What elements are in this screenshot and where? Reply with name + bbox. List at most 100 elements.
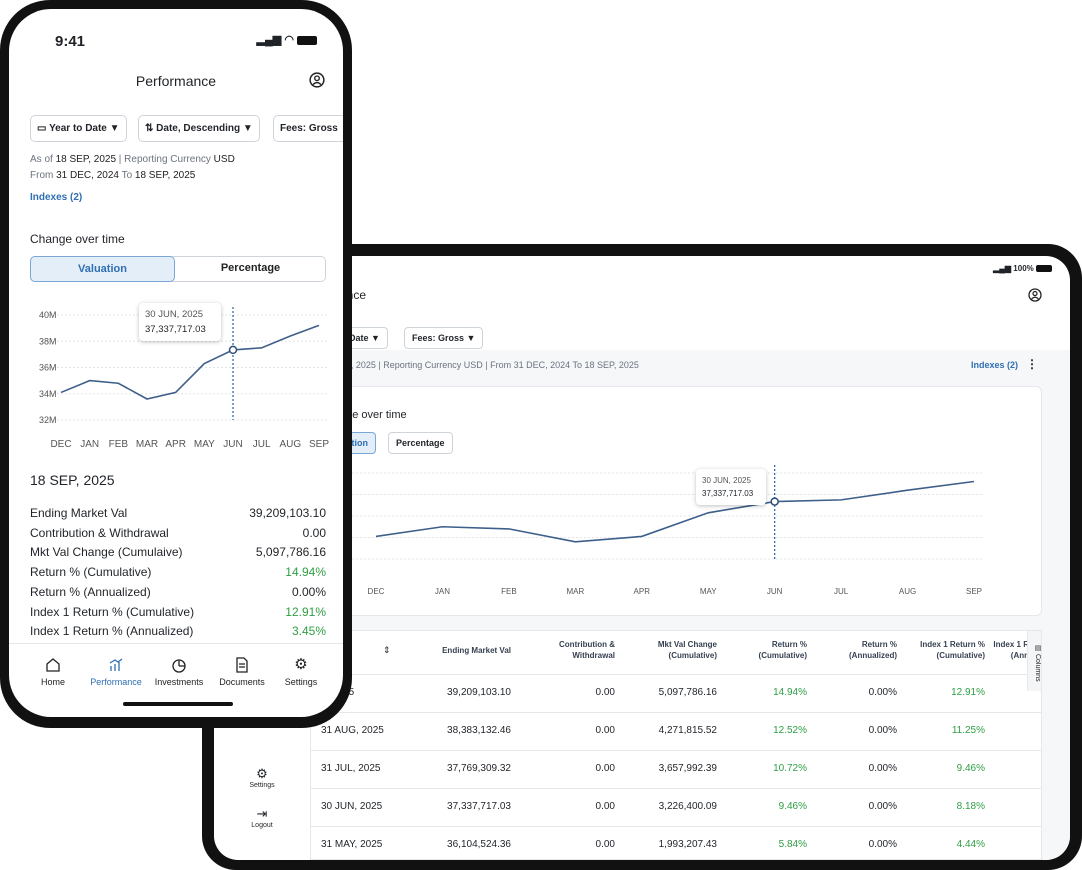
table-cell: 5,097,786.16 [658,687,717,698]
column-header-return-annualized[interactable]: Return % (Annualized) [833,639,897,661]
table-row[interactable]: 31 MAY, 2025 36,104,524.36 0.00 1,993,207.4… [311,827,1041,859]
summary-row: Contribution & Withdrawal 0.00 [30,526,326,542]
x-tick-label: APR [165,439,186,450]
tablet-info-line: EP, 2025 | Reporting Currency USD | From… [340,360,639,370]
profile-icon[interactable] [309,72,325,93]
summary-label: Contribution & Withdrawal [30,525,169,540]
y-tick-label: 36M [39,363,57,373]
x-tick-label: MAR [136,439,158,450]
table-cell: 5.84% [778,839,807,850]
table-row[interactable]: P, 202539,209,103.100.005,097,786.1614.9… [311,675,1041,713]
table-cell: 38,383,132.46 [447,725,511,736]
pie-chart-icon [172,659,186,673]
reporting-label: Reporting Currency [124,154,211,165]
column-header-ending-market-val[interactable]: Ending Market Val [401,645,511,656]
home-icon [46,658,60,672]
period-filter[interactable]: ▭ Year to Date ▼ [30,115,127,142]
phone-chart-tooltip: 30 JUN, 2025 37,337,717.03 [139,303,221,341]
nav-documents[interactable]: Documents [212,657,272,687]
column-header-contribution[interactable]: Contribution & Withdrawal [535,639,615,661]
y-tick-label: 32M [39,415,57,425]
summary-value: 39,209,103.10 [249,506,326,520]
sort-filter[interactable]: ⇅ Date, Descending ▼ [138,115,260,142]
sidebar-settings[interactable]: ⚙ Settings [240,766,284,789]
table-cell: 0.00% [868,763,897,774]
table-cell: 0.00 [595,839,615,850]
sort-icon[interactable]: ⇕ [383,645,391,656]
more-menu-icon[interactable]: ⋮ [1026,357,1038,371]
table-cell: 8.18% [956,801,985,812]
summary-value: 0.00% [291,584,326,599]
table-cell: 30 JUN, 2025 [321,801,383,812]
to-label: To [121,170,133,181]
x-tick-label: JUL [253,439,271,450]
phone-percentage-toggle[interactable]: Percentage [175,256,326,282]
column-header-index-cumulative[interactable]: Index 1 Return % (Cumulative) [905,639,985,661]
phone-screen: 9:41 ▂▄▆ ◠ Performance ▭ Year to Date ▼ … [9,9,343,717]
as-of-date: 18 SEP, 2025 [55,154,117,165]
table-row[interactable]: 31 JUL, 2025 37,769,309.32 0.00 3,657,992.3… [311,751,1041,789]
column-header-mkt-val-change[interactable]: Mkt Val Change (Cumulative) [637,639,717,661]
tablet-indexes-link[interactable]: Indexes (2) [971,360,1018,370]
tablet-chart-tooltip: 30 JUN, 2025 37,337,717.03 [696,469,766,505]
series-line [375,480,975,543]
table-cell: 0.00 [595,801,615,812]
calendar-icon: ▭ [37,123,47,134]
table-cell: 0.00% [868,801,897,812]
summary-row: Return % (Cumulative) 14.94% [30,565,326,581]
table-cell: 12.91% [951,687,985,698]
summary-row: Index 1 Return % (Annualized) 3.45% [30,624,326,640]
nav-settings[interactable]: ⚙ Settings [271,657,331,688]
table-row[interactable]: 30 JUN, 2025 37,337,717.03 0.00 3,226,400.0… [311,789,1041,827]
summary-value: 3.45% [291,624,326,639]
tablet-percentage-toggle[interactable]: Percentage [388,432,453,454]
nav-investments[interactable]: Investments [149,657,209,687]
table-cell: 37,769,309.32 [447,763,511,774]
nav-investments-label: Investments [154,677,204,687]
table-cell: 31 MAY, 2025 [321,839,383,850]
from-date: 31 DEC, 2024 [56,170,119,181]
fees-filter[interactable]: Fees: Gross [273,115,343,142]
column-header-return-cumulative[interactable]: Return % (Cumulative) [743,639,807,661]
nav-settings-label: Settings [284,677,318,687]
summary-label: Ending Market Val [30,506,128,520]
battery-icon [297,35,317,45]
table-header-row: on ⇕ Ending Market Val Contribution & Wi… [311,631,1041,675]
nav-home[interactable]: Home [23,657,83,687]
performance-chart-icon [109,658,123,671]
table-cell: 4,271,815.52 [658,725,717,736]
battery-icon [1036,265,1052,273]
home-indicator [123,702,233,706]
gear-icon: ⚙ [256,766,268,781]
sort-filter-label: Date, Descending ▼ [156,123,253,134]
columns-panel-toggle[interactable]: ▤ Columns [1027,631,1041,691]
table-cell: 31 JUL, 2025 [321,763,381,774]
to-date: 18 SEP, 2025 [134,170,196,181]
phone-status-icons: ▂▄▆ ◠ [257,33,317,46]
column-header-index-annualized[interactable]: Index 1 R (Ann [989,639,1029,661]
phone-valuation-toggle[interactable]: Valuation [30,256,175,282]
phone-page-title: Performance [135,73,217,89]
table-cell: 0.00 [595,687,615,698]
summary-value: 5,097,786.16 [255,545,326,560]
sidebar-logout[interactable]: ⇥ Logout [240,806,284,829]
x-tick-label: JUN [223,439,242,450]
nav-performance[interactable]: Performance [86,657,146,687]
phone-indexes-link[interactable]: Indexes (2) [30,192,82,203]
x-tick-label: JUN [767,587,783,596]
table-cell: 0.00% [868,839,897,850]
sidebar-logout-label: Logout [251,822,273,829]
y-tick-label: 40M [39,310,57,320]
x-tick-label: MAR [566,587,584,596]
sidebar-settings-label: Settings [249,782,275,789]
profile-icon[interactable] [1028,288,1042,307]
x-tick-label: AUG [279,439,301,450]
tablet-tooltip-value: 37,337,717.03 [702,489,754,498]
fees-filter[interactable]: Fees: Gross ▼ [404,327,484,349]
table-row[interactable]: 31 AUG, 2025 38,383,132.46 0.00 4,271,815.5… [311,713,1041,751]
table-cell: 4.44% [956,839,985,850]
x-tick-label: SEP [966,587,982,596]
signal-icon: ▂▄▆ [993,264,1012,273]
summary-label: Return % (Annualized) [30,584,151,599]
x-tick-label: FEB [501,587,517,596]
